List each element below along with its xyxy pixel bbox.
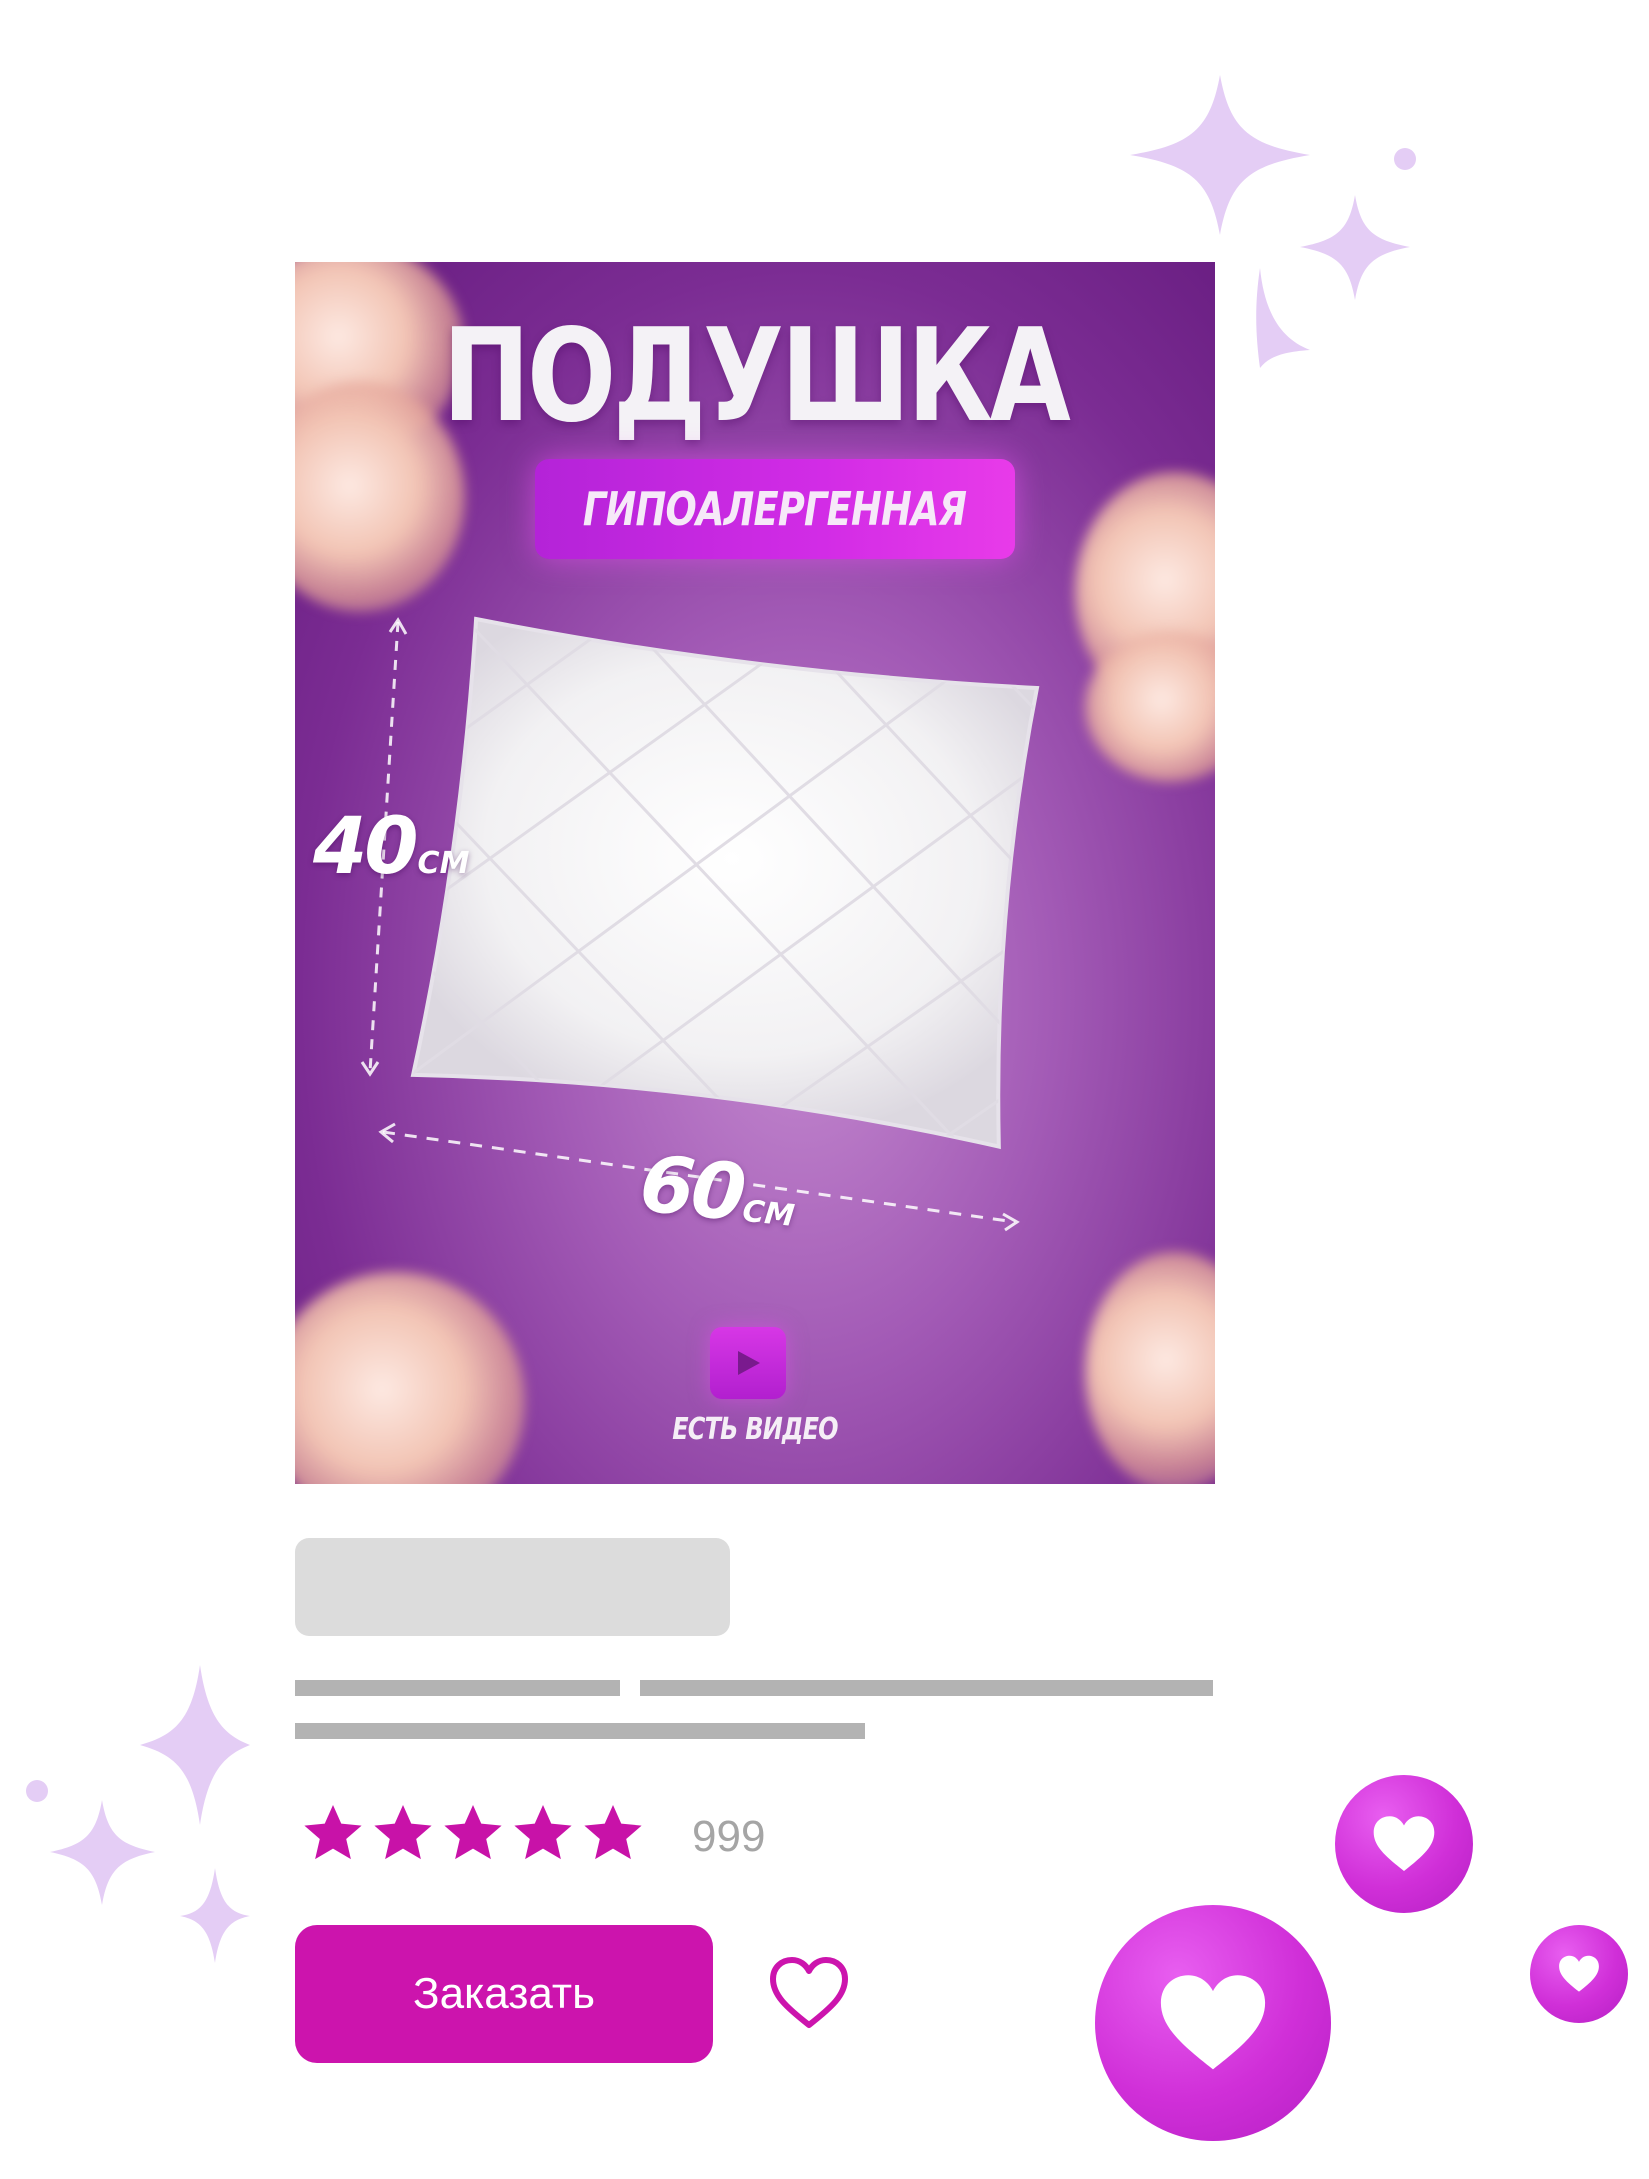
order-button[interactable]: Заказать <box>295 1925 713 2063</box>
video-label: ЕСТЬ ВИДЕО <box>672 1412 838 1447</box>
star-icon <box>444 1804 502 1860</box>
rating-stars <box>300 1800 646 1866</box>
sparkle-icon <box>50 1800 155 1905</box>
price-placeholder <box>295 1538 730 1636</box>
sparkle-icon <box>1130 75 1310 235</box>
heart-bubble <box>1335 1775 1473 1913</box>
heart-icon <box>1160 1975 1266 2070</box>
cotton-decoration <box>295 1272 525 1484</box>
name-placeholder-line <box>295 1723 865 1739</box>
width-label: 60СМ <box>635 1139 797 1240</box>
sparkle-icon <box>180 1868 250 1963</box>
sparkle-icon <box>1256 268 1310 368</box>
hypoallergenic-badge: ГИПОАЛЕРГЕННАЯ <box>535 459 1015 559</box>
star-icon <box>374 1804 432 1860</box>
star-icon <box>514 1804 572 1860</box>
sparkle-icon <box>140 1665 250 1825</box>
badge-label: ГИПОАЛЕРГЕННАЯ <box>583 482 967 536</box>
name-placeholder-line <box>295 1680 620 1696</box>
sparkle-dot <box>1394 148 1416 170</box>
heart-icon <box>1559 1955 1599 1992</box>
pillow-illustration <box>410 616 1048 1150</box>
review-count: 999 <box>692 1812 766 1861</box>
height-label: 40СМ <box>313 802 470 892</box>
sparkle-dot <box>26 1780 48 1802</box>
name-placeholder-line <box>640 1680 1213 1696</box>
heart-bubble <box>1530 1925 1628 2023</box>
heart-outline-icon[interactable] <box>768 1955 850 2031</box>
product-image[interactable]: ПОДУШКА ГИПОАЛЕРГЕННАЯ 40СМ 60СМ ЕСТЬ ВИ… <box>295 262 1215 1484</box>
star-icon <box>304 1804 362 1860</box>
play-icon[interactable] <box>710 1327 786 1399</box>
sparkle-icon <box>1300 195 1410 300</box>
product-title: ПОДУШКА <box>442 302 1070 451</box>
star-icon <box>584 1804 642 1860</box>
heart-icon <box>1373 1816 1435 1871</box>
heart-bubble <box>1095 1905 1331 2141</box>
cotton-decoration <box>1085 1252 1215 1484</box>
